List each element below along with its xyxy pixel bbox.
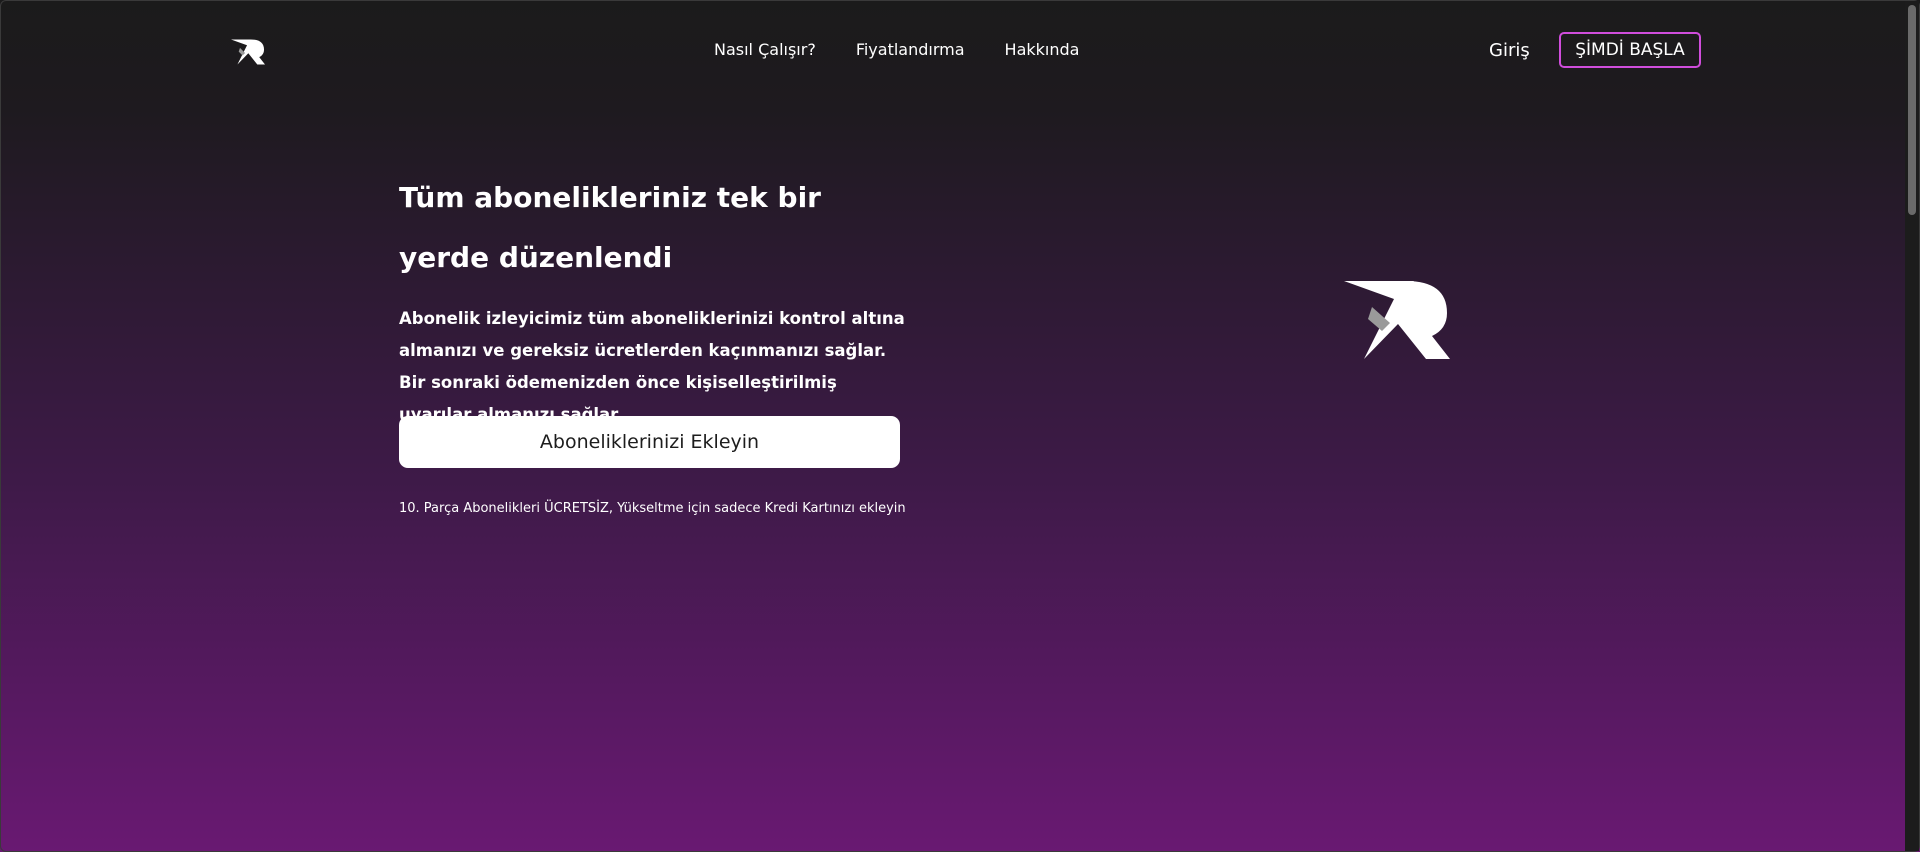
- top-header: Nasıl Çalışır? Fiyatlandırma Hakkında Gi…: [0, 0, 1920, 104]
- nav-link-about[interactable]: Hakkında: [1005, 40, 1080, 59]
- start-now-button[interactable]: ŞİMDİ BAŞLA: [1559, 32, 1701, 68]
- nav-link-how-it-works[interactable]: Nasıl Çalışır?: [714, 40, 816, 59]
- brand-logo-icon[interactable]: [231, 37, 265, 67]
- brand-logo-large-icon: [1344, 279, 1450, 361]
- page-scrollbar[interactable]: [1905, 1, 1919, 851]
- hero-title: Tüm abonelikleriniz tek bir yerde düzenl…: [399, 181, 821, 274]
- main-nav: Nasıl Çalışır? Fiyatlandırma Hakkında: [714, 40, 1079, 59]
- nav-link-pricing[interactable]: Fiyatlandırma: [856, 40, 965, 59]
- free-plan-note: 10. Parça Abonelikleri ÜCRETSİZ, Yükselt…: [399, 501, 906, 516]
- scrollbar-thumb[interactable]: [1908, 5, 1916, 215]
- window-frame: [0, 0, 1920, 852]
- hero-description: Abonelik izleyicimiz tüm abonelikleriniz…: [399, 309, 905, 424]
- login-link[interactable]: Giriş: [1489, 40, 1530, 61]
- add-subscriptions-button[interactable]: Aboneliklerinizi Ekleyin: [399, 416, 900, 468]
